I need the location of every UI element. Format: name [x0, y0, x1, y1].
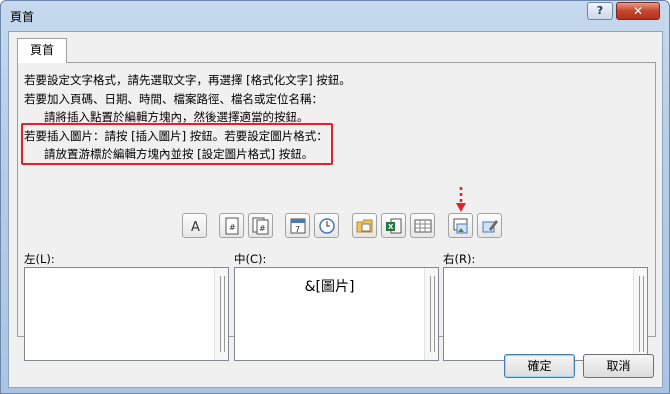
insert-picture-icon: [453, 218, 468, 234]
arrow-down-icon: [456, 187, 466, 212]
insert-number-of-pages-button[interactable]: #: [248, 213, 273, 238]
time-icon: [319, 218, 335, 234]
format-text-icon: A: [191, 220, 200, 235]
svg-text:7: 7: [295, 225, 300, 234]
insert-time-button[interactable]: [314, 213, 339, 238]
format-picture-icon: [482, 220, 498, 233]
title-bar: 頁首 ? ✕: [1, 1, 669, 31]
right-scrollbar[interactable]: [633, 268, 647, 360]
center-section-label: 中(C):: [234, 252, 267, 266]
dialog-title: 頁首: [10, 10, 35, 24]
insert-page-number-button[interactable]: #: [219, 213, 244, 238]
svg-text:A: A: [191, 220, 200, 235]
date-icon: 7: [290, 218, 306, 234]
insert-sheet-name-button[interactable]: [410, 213, 435, 238]
left-scrollbar[interactable]: [214, 268, 228, 360]
ok-button[interactable]: 確定: [504, 354, 575, 378]
page-number-icon: #: [225, 217, 239, 235]
insert-date-button[interactable]: 7: [285, 213, 310, 238]
svg-text:#: #: [259, 224, 266, 233]
right-section-label: 右(R):: [443, 252, 476, 266]
highlight-box: [21, 123, 333, 165]
help-button[interactable]: ?: [587, 2, 613, 20]
left-section-label: 左(L):: [24, 252, 55, 266]
center-scrollbar[interactable]: [424, 268, 438, 360]
sheet-name-icon: [414, 219, 432, 233]
right-section-input[interactable]: [443, 267, 648, 361]
instruction-line: 若要加入頁碼、日期、時間、檔案路徑、檔名或定位名稱：: [24, 91, 323, 106]
insert-file-path-button[interactable]: [352, 213, 377, 238]
left-section-input[interactable]: [24, 267, 229, 361]
svg-text:X: X: [388, 223, 394, 231]
cancel-button[interactable]: 取消: [583, 354, 654, 378]
center-section-text: &[圖片]: [304, 279, 355, 295]
header-toolbar: A # # 7 X: [18, 213, 655, 241]
instruction-line: 若要設定文字格式，請先選取文字，再選擇 [格式化文字] 按鈕。: [24, 73, 351, 87]
file-path-icon: [356, 219, 373, 233]
tab-panel: 若要設定文字格式，請先選取文字，再選擇 [格式化文字] 按鈕。 若要加入頁碼、日…: [17, 62, 656, 361]
number-of-pages-icon: #: [252, 217, 269, 235]
svg-text:#: #: [229, 223, 236, 232]
insert-file-name-button[interactable]: X: [381, 213, 406, 238]
dialog-client-area: 頁首 若要設定文字格式，請先選取文字，再選擇 [格式化文字] 按鈕。 若要加入頁…: [8, 31, 663, 388]
tab-header[interactable]: 頁首: [17, 38, 67, 63]
close-button[interactable]: ✕: [616, 2, 660, 20]
insert-picture-button[interactable]: [448, 213, 473, 238]
format-text-button[interactable]: A: [182, 213, 207, 238]
center-section-input[interactable]: &[圖片]: [234, 267, 439, 361]
format-picture-button[interactable]: [477, 213, 502, 238]
file-name-icon: X: [386, 218, 402, 234]
dialog-window: 頁首 ? ✕ 頁首 若要設定文字格式，請先選取文字，再選擇 [格式化文字] 按鈕…: [0, 0, 670, 394]
